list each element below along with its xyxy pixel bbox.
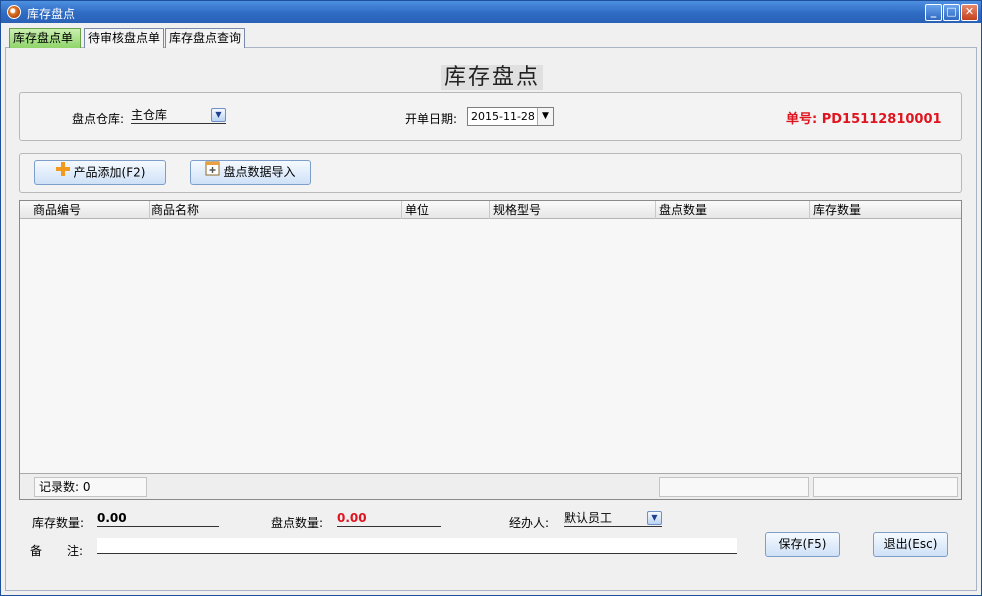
product-table[interactable]: 商品编号 商品名称 单位 规格型号 盘点数量 库存数量 记录数: 0 xyxy=(19,200,962,500)
minimize-button[interactable]: _ xyxy=(925,4,942,21)
record-count-value: 0 xyxy=(82,480,91,494)
remark-label-part1: 备 xyxy=(30,544,43,558)
column-header-product-code[interactable]: 商品编号 xyxy=(30,201,150,219)
order-number: 单号: PD15112810001 xyxy=(786,108,942,127)
plus-icon xyxy=(55,161,71,185)
import-icon xyxy=(205,161,220,184)
maximize-button[interactable]: □ xyxy=(943,4,960,21)
column-header-count-qty[interactable]: 盘点数量 xyxy=(656,201,810,219)
close-button[interactable]: ✕ xyxy=(961,4,978,21)
table-header: 商品编号 商品名称 单位 规格型号 盘点数量 库存数量 xyxy=(20,201,961,219)
count-qty-total-cell xyxy=(659,477,809,497)
record-count-label: 记录数: xyxy=(39,480,80,494)
save-button[interactable]: 保存(F5) xyxy=(765,532,840,557)
record-count: 记录数: 0 xyxy=(34,477,147,497)
handler-label: 经办人: xyxy=(509,516,550,530)
import-data-button[interactable]: 盘点数据导入 xyxy=(190,160,311,185)
chevron-down-icon[interactable]: ▼ xyxy=(647,511,662,525)
add-product-label: 产品添加(F2) xyxy=(73,165,146,180)
date-value: 2015-11-28 xyxy=(471,110,535,123)
stock-qty-label: 库存数量: xyxy=(32,516,85,530)
handler-select[interactable]: 默认员工 ▼ xyxy=(564,511,662,527)
remark-label-part2: 注: xyxy=(67,544,84,558)
order-number-value: PD15112810001 xyxy=(821,112,942,127)
column-header-product-name[interactable]: 商品名称 xyxy=(148,201,402,219)
order-number-label: 单号: xyxy=(786,112,818,127)
handler-value: 默认员工 xyxy=(564,511,613,525)
page-title-text: 库存盘点 xyxy=(440,65,543,90)
chevron-down-icon[interactable]: ▼ xyxy=(211,108,226,122)
column-header-stock-qty[interactable]: 库存数量 xyxy=(810,201,961,219)
date-picker[interactable]: 2015-11-28 ▼ xyxy=(467,107,554,126)
window-title: 库存盘点 xyxy=(27,7,76,21)
warehouse-label: 盘点仓库: xyxy=(72,112,125,126)
count-qty-value: 0.00 xyxy=(337,511,441,527)
stock-qty-total-cell xyxy=(813,477,958,497)
tab-pending-review[interactable]: 待审核盘点单 xyxy=(84,28,164,48)
tab-stock-count-sheet[interactable]: 库存盘点单 xyxy=(9,28,81,48)
warehouse-select[interactable]: 主仓库 ▼ xyxy=(131,108,226,124)
stock-qty-value: 0.00 xyxy=(97,511,219,527)
column-header-unit[interactable]: 单位 xyxy=(402,201,490,219)
count-qty-label: 盘点数量: xyxy=(271,516,324,530)
warehouse-value: 主仓库 xyxy=(131,108,168,122)
column-header-spec-model[interactable]: 规格型号 xyxy=(490,201,656,219)
chevron-down-icon[interactable]: ▼ xyxy=(537,108,553,125)
app-logo-icon xyxy=(7,5,21,19)
main-window: 库存盘点 _ □ ✕ 库存盘点单 待审核盘点单 库存盘点查询 库存盘点 盘点仓库… xyxy=(0,0,982,596)
title-bar: 库存盘点 _ □ ✕ xyxy=(1,1,981,23)
remark-input[interactable] xyxy=(97,538,737,554)
add-product-button[interactable]: 产品添加(F2) xyxy=(34,160,166,185)
tab-count-query[interactable]: 库存盘点查询 xyxy=(165,28,245,48)
date-label: 开单日期: xyxy=(405,112,458,126)
exit-button[interactable]: 退出(Esc) xyxy=(873,532,948,557)
import-data-label: 盘点数据导入 xyxy=(223,165,296,179)
table-footer: 记录数: 0 xyxy=(20,473,961,499)
page-title: 库存盘点 xyxy=(1,59,982,91)
